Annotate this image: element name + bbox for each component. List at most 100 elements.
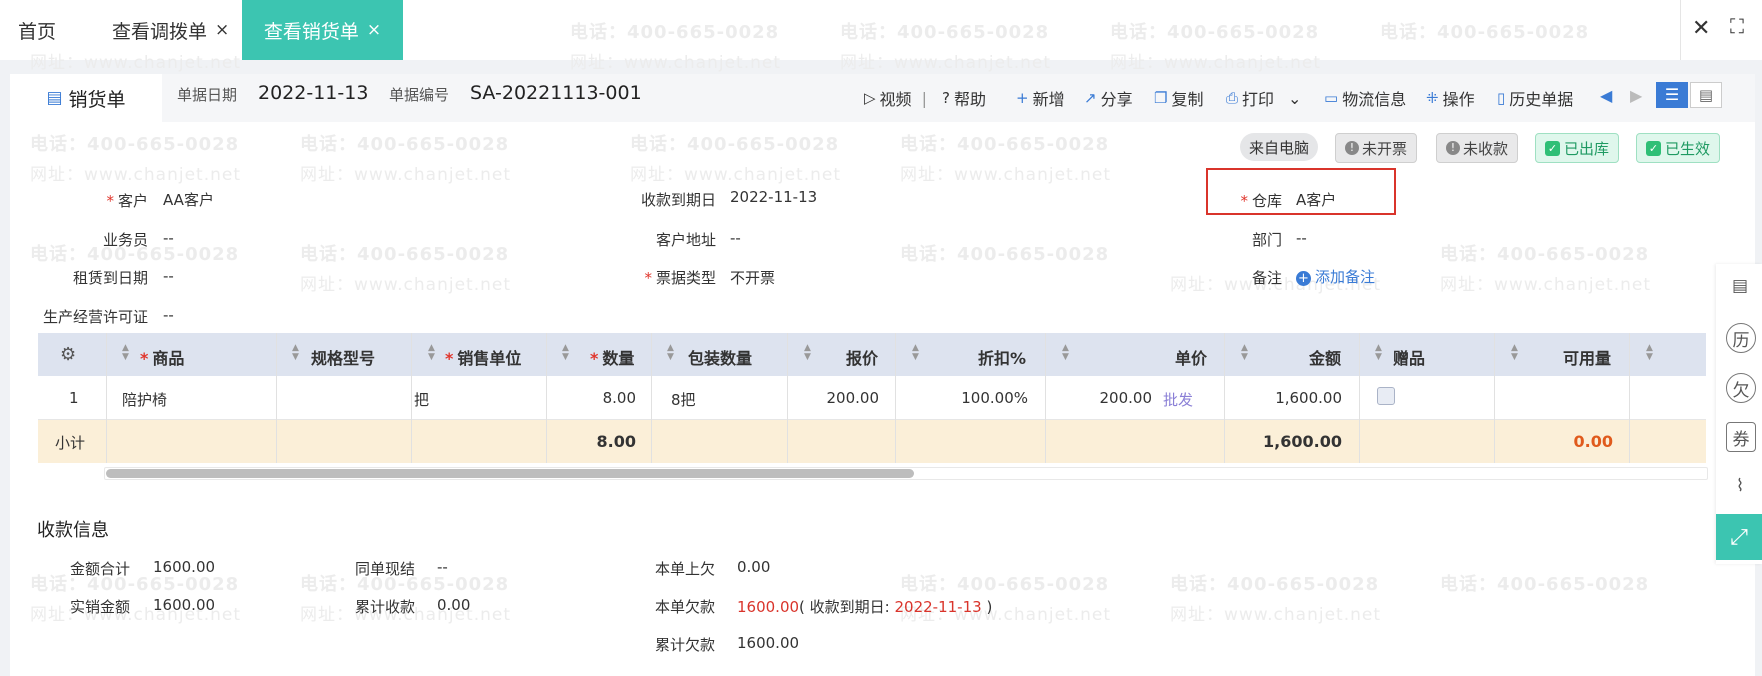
sort-icon[interactable]: ▲ ▼ bbox=[1062, 344, 1069, 362]
copy-label: 复制 bbox=[1171, 90, 1204, 109]
close-tab-icon[interactable]: × bbox=[215, 20, 229, 40]
doc-type-label: 销货单 bbox=[68, 88, 126, 111]
list-view-icon[interactable]: ☰ bbox=[1656, 82, 1688, 108]
expand-icon[interactable]: ⤢ bbox=[1716, 514, 1762, 560]
source-badge: 来自电脑 bbox=[1240, 133, 1319, 161]
card-view-icon[interactable]: ▤ bbox=[1690, 82, 1722, 108]
help-button[interactable]: ? 帮助 bbox=[942, 86, 986, 110]
price-type-tag[interactable]: 批发 bbox=[1163, 389, 1193, 410]
invoice-status-label: 未开票 bbox=[1362, 139, 1408, 158]
add-remark-link[interactable]: + 添加备注 bbox=[1296, 266, 1375, 287]
owed-due-prefix: ( 收款到期日: bbox=[799, 598, 895, 616]
chart-icon: ▤ bbox=[46, 88, 63, 108]
payment-status-label: 未收款 bbox=[1463, 139, 1509, 158]
subtotal-label: 小计 bbox=[55, 434, 86, 452]
cell-discount[interactable]: 100.00% bbox=[895, 389, 1028, 407]
salesman-label: 业务员 bbox=[102, 231, 148, 249]
help-icon: ? bbox=[942, 89, 950, 107]
coupon-icon[interactable]: 券 bbox=[1726, 422, 1756, 452]
copy-button[interactable]: ❐ 复制 bbox=[1154, 86, 1203, 110]
doc-type-tab[interactable]: ▤ 销货单 bbox=[10, 74, 162, 124]
cell-unit[interactable]: 把 bbox=[414, 389, 429, 410]
payment-section-title: 收款信息 bbox=[37, 520, 109, 541]
required-marker: * bbox=[106, 192, 114, 210]
attachment-icon[interactable]: ⌇ bbox=[1726, 472, 1754, 500]
owed-due-suffix: ) bbox=[981, 598, 993, 616]
tab-view-sales[interactable]: 查看销货单 × bbox=[242, 0, 403, 60]
col-header-unit: * 销售单位 bbox=[445, 345, 521, 369]
cell-qty[interactable]: 8.00 bbox=[546, 389, 636, 407]
sort-icon[interactable]: ▲ ▼ bbox=[428, 344, 435, 362]
cash-settle-value: -- bbox=[437, 558, 448, 576]
logistics-label: 物流信息 bbox=[1342, 90, 1407, 109]
operate-button[interactable]: ⁜ 操作 bbox=[1426, 86, 1475, 110]
divider bbox=[1359, 333, 1360, 463]
invoice-status-badge: ! 未开票 bbox=[1335, 133, 1418, 163]
department-value: -- bbox=[1296, 229, 1307, 247]
sort-icon[interactable]: ▲ ▼ bbox=[292, 344, 299, 362]
divider bbox=[1629, 333, 1630, 463]
settings-gear-icon[interactable]: ⚙ bbox=[60, 344, 76, 365]
truck-icon: ▭ bbox=[1324, 89, 1339, 107]
cell-quote[interactable]: 200.00 bbox=[787, 389, 880, 407]
close-icon[interactable]: ✕ bbox=[1692, 16, 1710, 41]
previous-owed-value: 0.00 bbox=[737, 558, 771, 576]
invoice-type-value: 不开票 bbox=[730, 269, 776, 287]
cell-amount[interactable]: 1,600.00 bbox=[1224, 389, 1342, 407]
video-button[interactable]: ▷ 视频 | bbox=[864, 86, 927, 110]
col-product-label: 商品 bbox=[152, 349, 185, 368]
history-label: 历史单据 bbox=[1509, 90, 1574, 109]
document-icon[interactable]: ▤ bbox=[1726, 272, 1754, 300]
sort-icon[interactable]: ▲ ▼ bbox=[1375, 344, 1382, 362]
sort-icon[interactable]: ▲ ▼ bbox=[667, 344, 674, 362]
divider bbox=[1680, 0, 1681, 60]
sort-icon[interactable]: ▲ ▼ bbox=[1646, 344, 1653, 362]
owed-due-date: 2022-11-13 bbox=[894, 598, 982, 616]
logistics-button[interactable]: ▭ 物流信息 bbox=[1324, 86, 1406, 110]
tab-view-sales-label: 查看销货单 bbox=[263, 20, 359, 43]
fullscreen-icon[interactable]: ⛶ bbox=[1730, 14, 1744, 38]
cash-settle-label: 同单现结 bbox=[355, 560, 416, 578]
cell-pack-qty[interactable]: 8把 bbox=[671, 389, 696, 410]
sort-icon[interactable]: ▲ ▼ bbox=[912, 344, 919, 362]
col-header-pack-qty: 包装数量 bbox=[688, 349, 753, 368]
history-icon[interactable]: 历 bbox=[1726, 323, 1756, 353]
required-marker: * bbox=[644, 269, 652, 287]
add-button[interactable]: + 新增 bbox=[1016, 86, 1065, 110]
tab-home[interactable]: 首页 bbox=[18, 0, 56, 60]
divider bbox=[276, 333, 277, 463]
sort-icon[interactable]: ▲ ▼ bbox=[1511, 344, 1518, 362]
chevron-down-icon[interactable]: ⌄ bbox=[1288, 89, 1301, 108]
tab-view-transfer[interactable]: 查看调拨单 × bbox=[112, 0, 229, 60]
outbound-status-label: 已出库 bbox=[1564, 139, 1610, 158]
due-date-value: 2022-11-13 bbox=[730, 188, 818, 206]
scrollbar-thumb[interactable] bbox=[106, 469, 914, 478]
close-tab-icon[interactable]: × bbox=[367, 20, 381, 40]
share-button[interactable]: ↗ 分享 bbox=[1084, 86, 1133, 110]
customer-label: * 客户 bbox=[80, 190, 148, 211]
col-header-discount: 折扣% bbox=[978, 349, 1027, 368]
sort-icon[interactable]: ▲ ▼ bbox=[562, 344, 569, 362]
add-label: 新增 bbox=[1032, 90, 1065, 109]
prev-arrow-icon[interactable]: ◀ bbox=[1600, 86, 1612, 105]
play-icon: ▷ bbox=[864, 89, 876, 107]
required-marker: * bbox=[445, 349, 454, 368]
sort-icon[interactable]: ▲ ▼ bbox=[122, 344, 129, 362]
history-button[interactable]: ▯ 历史单据 bbox=[1497, 86, 1573, 110]
owe-icon[interactable]: 欠 bbox=[1726, 373, 1756, 403]
cell-price[interactable]: 200.00 bbox=[1045, 389, 1153, 407]
customer-address-label: 客户地址 bbox=[655, 231, 716, 249]
current-owed-line: 1600.00( 收款到期日: 2022-11-13 ) bbox=[737, 596, 992, 617]
due-date-label: 收款到期日 bbox=[640, 191, 716, 209]
video-label: 视频 bbox=[879, 90, 912, 109]
next-arrow-icon[interactable]: ▶ bbox=[1630, 86, 1642, 105]
cell-product[interactable]: 陪护椅 bbox=[122, 389, 167, 410]
share-icon: ↗ bbox=[1084, 89, 1097, 107]
gift-checkbox[interactable] bbox=[1377, 387, 1395, 405]
sort-icon[interactable]: ▲ ▼ bbox=[1241, 344, 1248, 362]
salesman-value: -- bbox=[163, 229, 174, 247]
plus-circle-icon: + bbox=[1296, 271, 1311, 286]
sort-icon[interactable]: ▲ ▼ bbox=[804, 344, 811, 362]
tab-view-transfer-label: 查看调拨单 bbox=[112, 20, 208, 43]
print-button[interactable]: ⎙ 打印 ⌄ bbox=[1226, 86, 1301, 110]
